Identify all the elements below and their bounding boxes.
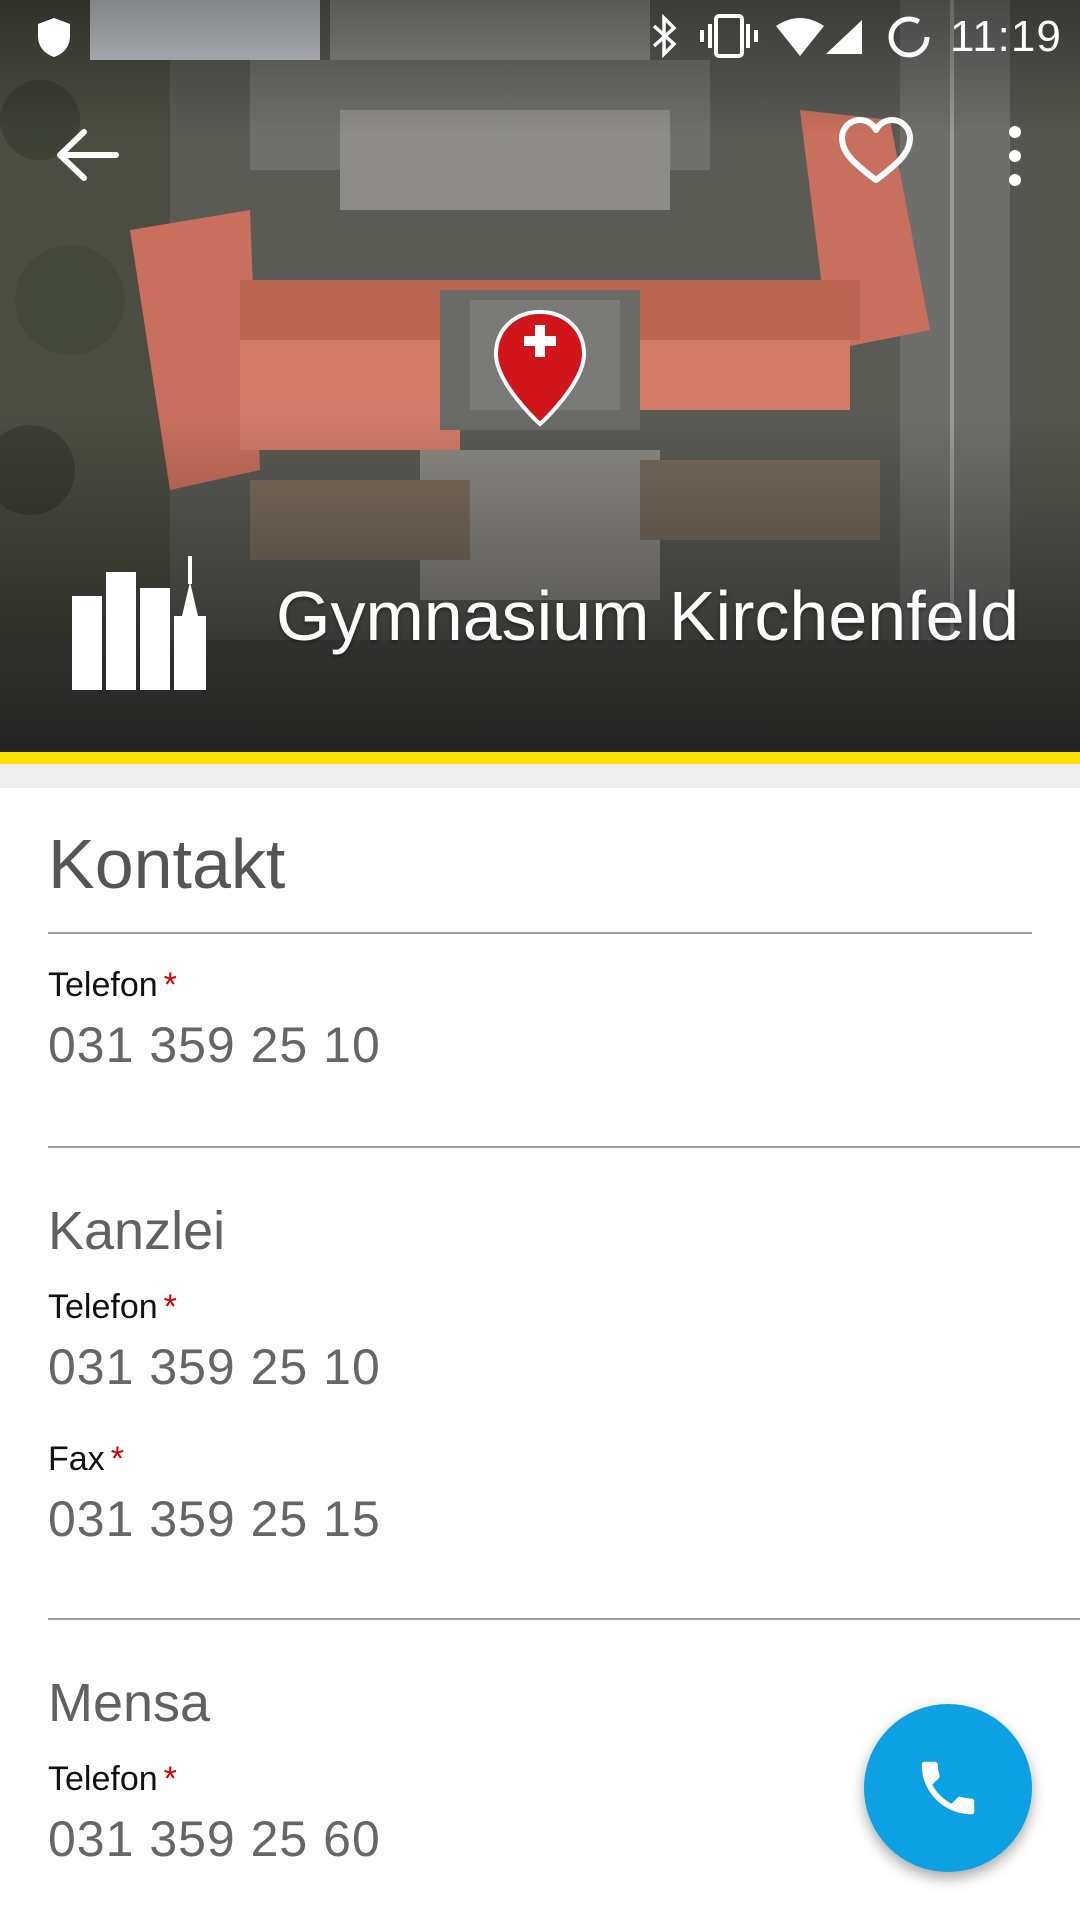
required-marker: *: [110, 1440, 124, 1478]
section-divider: [48, 1618, 1080, 1620]
arrow-back-icon: [57, 129, 119, 181]
section-title-kontakt: Kontakt: [48, 825, 286, 903]
wifi-icon: [776, 18, 824, 56]
kanzlei-phone-value[interactable]: 031 359 25 10: [48, 1338, 381, 1396]
favorite-button[interactable]: [836, 112, 916, 192]
kanzlei-fax-label: Fax *: [48, 1440, 124, 1478]
mensa-phone-label: Telefon *: [48, 1760, 177, 1798]
sync-icon: [888, 16, 930, 58]
status-bar: 11:19: [0, 0, 1080, 72]
cell-signal-icon: [826, 20, 862, 54]
status-time: 11:19: [950, 12, 1062, 61]
section-divider: [48, 1146, 1080, 1148]
back-button[interactable]: [40, 110, 130, 200]
header-image: 11:19 Gymnasium Kirchenfeld: [0, 0, 1080, 752]
kanzlei-fax-value[interactable]: 031 359 25 15: [48, 1490, 381, 1548]
shield-icon: [38, 18, 70, 57]
contact-phone-value[interactable]: 031 359 25 10: [48, 1016, 381, 1074]
section-title-mensa: Mensa: [48, 1673, 211, 1733]
kanzlei-phone-label: Telefon *: [48, 1288, 177, 1326]
bluetooth-icon: [652, 14, 677, 58]
section-title-kanzlei: Kanzlei: [48, 1201, 226, 1261]
city-buildings-icon: [72, 556, 206, 690]
required-marker: *: [163, 1288, 177, 1326]
accent-bar: [0, 752, 1080, 764]
heart-outline-icon: [839, 117, 913, 183]
more-options-button[interactable]: [990, 118, 1040, 198]
required-marker: *: [163, 966, 177, 1004]
contact-phone-label: Telefon *: [48, 966, 177, 1004]
header-title-row: Gymnasium Kirchenfeld: [0, 540, 1080, 690]
call-fab-button[interactable]: [864, 1704, 1032, 1872]
vibrate-icon: [700, 14, 758, 58]
required-marker: *: [163, 1760, 177, 1798]
page-title: Gymnasium Kirchenfeld: [276, 577, 1020, 655]
mensa-phone-value[interactable]: 031 359 25 60: [48, 1810, 381, 1868]
section-divider: [48, 932, 1032, 934]
more-vert-icon: [1009, 126, 1021, 186]
header-separator: [0, 764, 1080, 788]
phone-icon: [921, 1761, 975, 1815]
